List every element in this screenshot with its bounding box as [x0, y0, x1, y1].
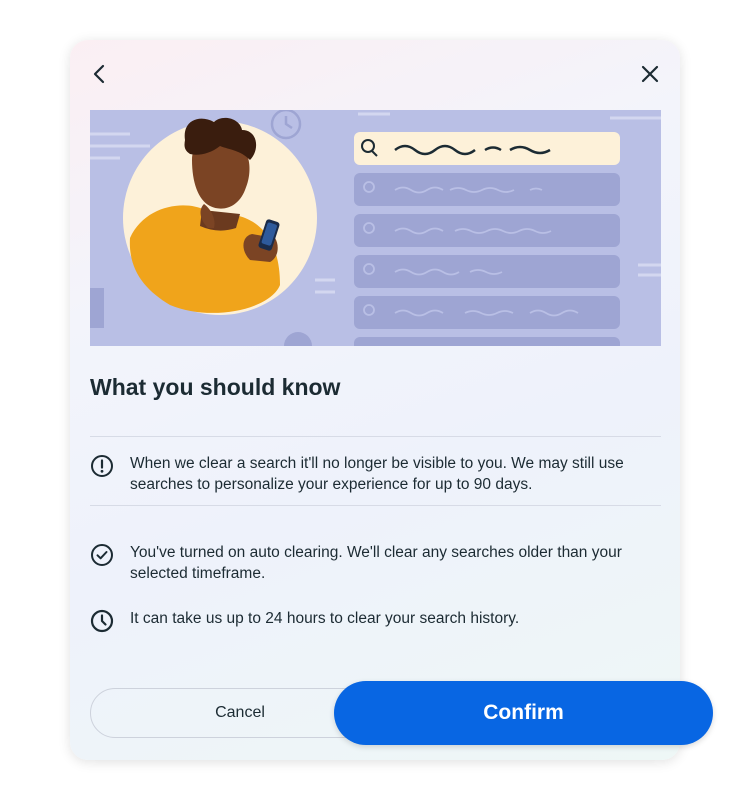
divider [90, 505, 661, 506]
info-text: It can take us up to 24 hours to clear y… [130, 610, 520, 627]
chevron-left-icon [93, 64, 105, 84]
close-button[interactable] [634, 58, 666, 90]
back-button[interactable] [84, 58, 116, 90]
alert-circle-icon [91, 455, 113, 477]
clock-icon [90, 609, 114, 633]
dialog-title: What you should know [90, 374, 341, 400]
info-item-retention: When we clear a search it'll no longer b… [90, 453, 665, 495]
search-history-dialog: What you should know When we clear a sea… [70, 40, 680, 760]
info-item-auto-clearing: You've turned on auto clearing. We'll cl… [90, 542, 665, 584]
info-text: When we clear a search it'll no longer b… [130, 455, 624, 493]
divider [90, 436, 661, 437]
check-circle-icon [91, 544, 113, 566]
illustration-banner [90, 110, 661, 346]
confirm-button[interactable]: Confirm [334, 681, 713, 745]
info-item-timing: It can take us up to 24 hours to clear y… [90, 608, 665, 633]
close-icon [641, 65, 659, 83]
person-searching-illustration [90, 110, 661, 346]
info-text: You've turned on auto clearing. We'll cl… [130, 544, 622, 582]
